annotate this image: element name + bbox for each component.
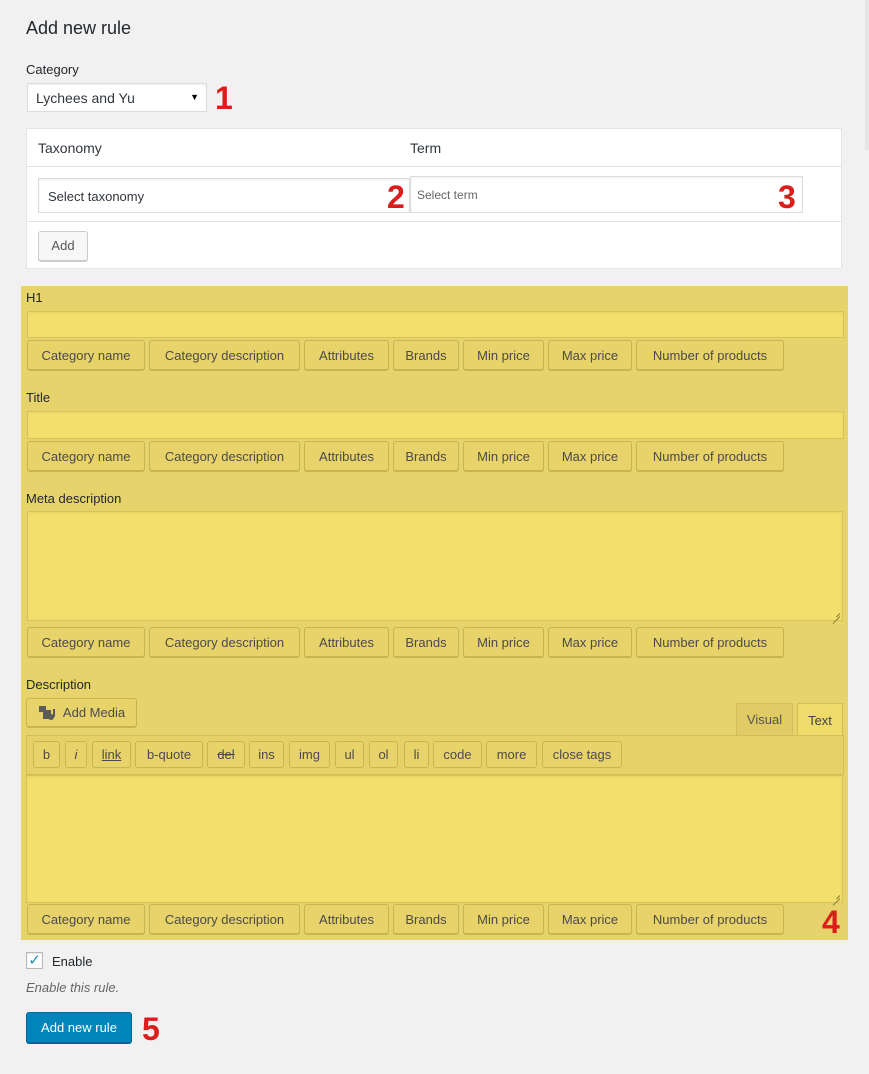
- desc-attributes-button[interactable]: Attributes: [304, 904, 389, 934]
- desc-brands-button[interactable]: Brands: [393, 904, 459, 934]
- h1-label: H1: [26, 290, 43, 305]
- table-divider: [27, 221, 841, 222]
- tab-visual[interactable]: Visual: [736, 703, 793, 736]
- annotation-3: 3: [778, 179, 796, 215]
- add-taxonomy-button[interactable]: Add: [38, 231, 88, 261]
- meta-category-name-button[interactable]: Category name: [27, 627, 145, 657]
- quicktag-b-button[interactable]: b: [33, 741, 60, 768]
- quicktag-link-button[interactable]: link: [92, 741, 131, 768]
- checkmark-icon: ✓: [28, 952, 41, 969]
- taxonomy-select-placeholder: Select taxonomy: [48, 189, 145, 204]
- annotation-2: 2: [387, 179, 405, 215]
- annotation-4: 4: [822, 904, 840, 940]
- dropdown-caret-icon: ▼: [190, 92, 199, 102]
- tab-text[interactable]: Text: [797, 703, 843, 736]
- resize-grip-icon[interactable]: [832, 610, 840, 618]
- quicktag-close-tags-button[interactable]: close tags: [542, 741, 622, 768]
- quicktag-ul-button[interactable]: ul: [335, 741, 364, 768]
- meta-attributes-button[interactable]: Attributes: [304, 627, 389, 657]
- meta-brands-button[interactable]: Brands: [393, 627, 459, 657]
- resize-grip-icon[interactable]: [832, 892, 840, 900]
- category-label: Category: [26, 62, 79, 77]
- description-label: Description: [26, 677, 92, 692]
- quicktag-ins-button[interactable]: ins: [249, 741, 284, 768]
- quicktag-b-quote-button[interactable]: b-quote: [135, 741, 203, 768]
- quicktag-img-button[interactable]: img: [289, 741, 330, 768]
- quicktag-code-button[interactable]: code: [433, 741, 482, 768]
- title-category-name-button[interactable]: Category name: [27, 441, 145, 471]
- quicktag-more-button[interactable]: more: [486, 741, 537, 768]
- desc-category-name-button[interactable]: Category name: [27, 904, 145, 934]
- h1-number-of-products-button[interactable]: Number of products: [636, 340, 784, 370]
- meta-category-description-button[interactable]: Category description: [149, 627, 300, 657]
- right-edge-panel: [865, 0, 869, 150]
- category-select-value: Lychees and Yu: [36, 90, 135, 106]
- add-new-rule-button[interactable]: Add new rule: [26, 1012, 132, 1043]
- meta-description-label: Meta description: [26, 491, 122, 506]
- annotation-1: 1: [215, 80, 233, 116]
- title-max-price-button[interactable]: Max price: [548, 441, 632, 471]
- desc-max-price-button[interactable]: Max price: [548, 904, 632, 934]
- annotation-5: 5: [142, 1011, 160, 1047]
- quicktag-del-button[interactable]: del: [207, 741, 245, 768]
- desc-number-of-products-button[interactable]: Number of products: [636, 904, 784, 934]
- title-attributes-button[interactable]: Attributes: [304, 441, 389, 471]
- enable-checkbox[interactable]: ✓: [26, 952, 43, 969]
- h1-category-name-button[interactable]: Category name: [27, 340, 145, 370]
- meta-description-textarea[interactable]: [27, 511, 843, 621]
- quicktag-i-button[interactable]: i: [65, 741, 87, 768]
- title-number-of-products-button[interactable]: Number of products: [636, 441, 784, 471]
- title-category-description-button[interactable]: Category description: [149, 441, 300, 471]
- enable-label: Enable: [52, 954, 93, 969]
- h1-attributes-button[interactable]: Attributes: [304, 340, 389, 370]
- h1-category-description-button[interactable]: Category description: [149, 340, 300, 370]
- desc-min-price-button[interactable]: Min price: [463, 904, 544, 934]
- meta-min-price-button[interactable]: Min price: [463, 627, 544, 657]
- title-label: Title: [26, 390, 51, 405]
- meta-number-of-products-button[interactable]: Number of products: [636, 627, 784, 657]
- add-media-icon: [38, 705, 56, 721]
- taxonomy-select[interactable]: Select taxonomy: [38, 178, 410, 213]
- desc-category-description-button[interactable]: Category description: [149, 904, 300, 934]
- term-select[interactable]: Select term: [410, 176, 803, 213]
- meta-max-price-button[interactable]: Max price: [548, 627, 632, 657]
- category-select[interactable]: Lychees and Yu ▼: [27, 83, 207, 112]
- enable-help-text: Enable this rule.: [26, 980, 120, 995]
- h1-brands-button[interactable]: Brands: [393, 340, 459, 370]
- page-title: Add new rule: [26, 18, 132, 38]
- add-media-label: Add Media: [62, 705, 126, 720]
- h1-min-price-button[interactable]: Min price: [463, 340, 544, 370]
- title-min-price-button[interactable]: Min price: [463, 441, 544, 471]
- table-divider: [27, 166, 841, 167]
- term-select-placeholder: Select term: [417, 188, 478, 202]
- h1-input[interactable]: [27, 311, 844, 338]
- quicktag-li-button[interactable]: li: [404, 741, 429, 768]
- quicktag-ol-button[interactable]: ol: [369, 741, 398, 768]
- term-column-header: Term: [410, 140, 442, 156]
- title-input[interactable]: [27, 411, 844, 439]
- title-brands-button[interactable]: Brands: [393, 441, 459, 471]
- h1-max-price-button[interactable]: Max price: [548, 340, 632, 370]
- description-editor-textarea[interactable]: [26, 775, 843, 903]
- add-media-button[interactable]: Add Media: [26, 698, 137, 727]
- taxonomy-column-header: Taxonomy: [38, 140, 102, 156]
